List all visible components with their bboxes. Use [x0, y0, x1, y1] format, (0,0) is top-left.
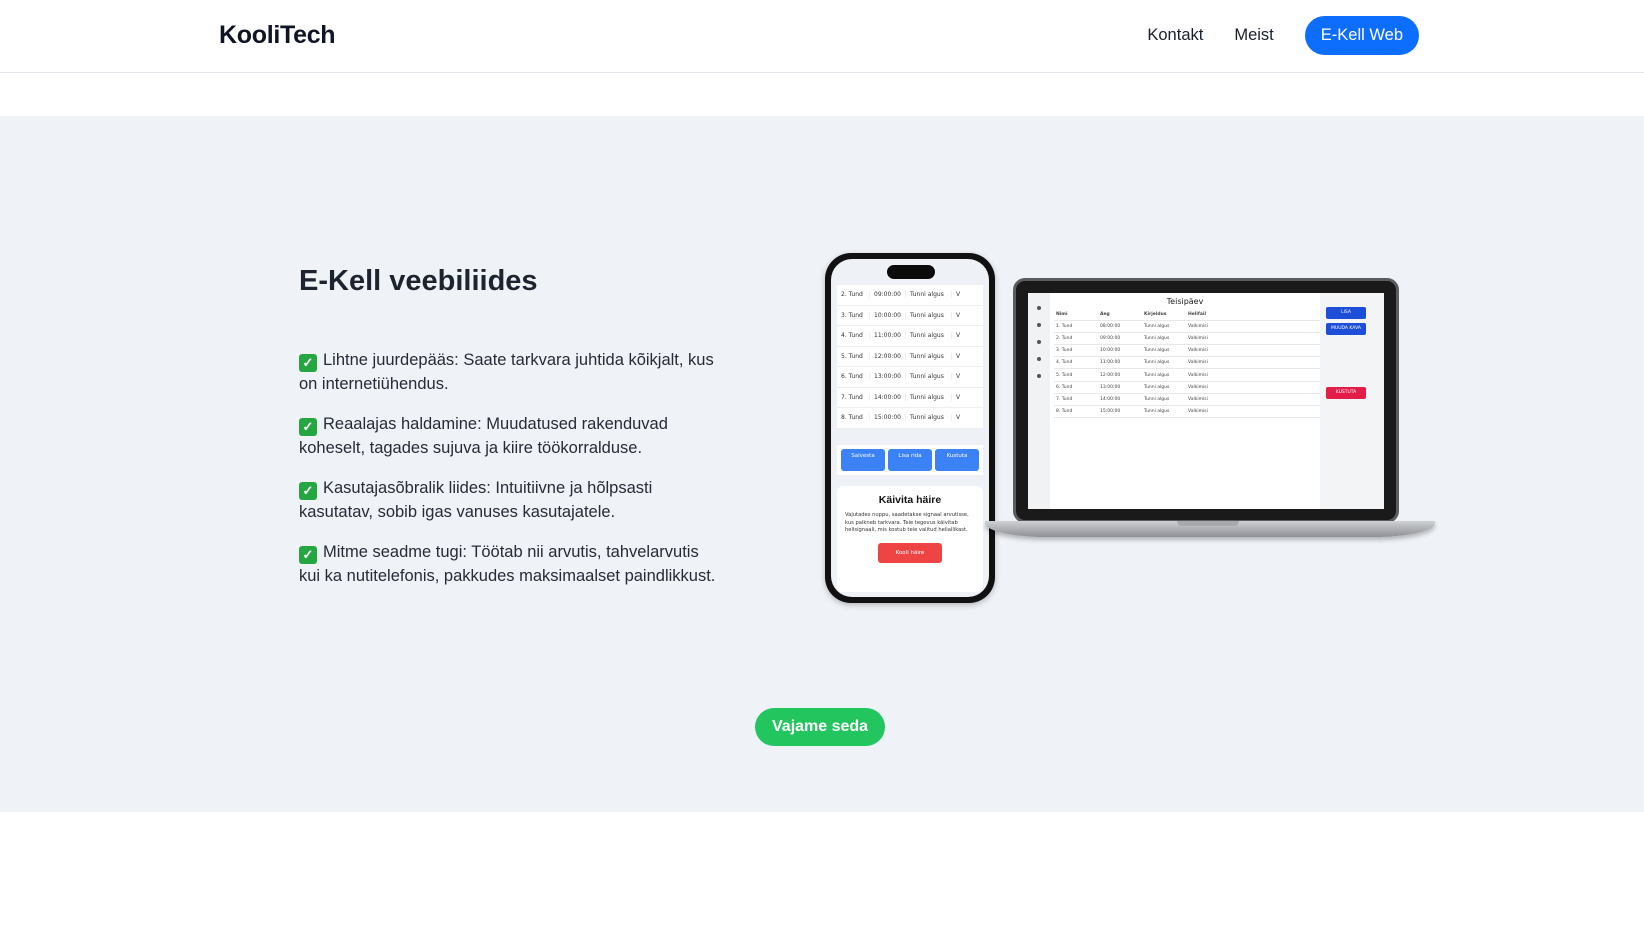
- ekell-web-button[interactable]: E-Kell Web: [1304, 15, 1419, 55]
- checkmark-icon: ✓: [299, 418, 317, 436]
- table-row: 5. Tund 12:00:00 Tunni algus Valkimisi: [1054, 369, 1320, 382]
- feature-list: ✓ Lihtne juurdepääs: Saate tarkvara juhti…: [299, 348, 719, 604]
- feature-item: ✓ Mitme seadme tugi: Töötab nii arvutis, …: [299, 540, 719, 588]
- feature-item: ✓ Kasutajasõbralik liides: Intuitiivne ja…: [299, 476, 719, 524]
- laptop-schedule-table: Nimi Aeg Kirjeldus Helifail 1. Tund 08:00:00…: [1054, 309, 1320, 418]
- laptop-day-heading: Teisipäev: [1166, 297, 1204, 306]
- feature-text: Reaalajas haldamine: Muudatused rakenduv…: [299, 415, 668, 457]
- feature-item: ✓ Lihtne juurdepääs: Saate tarkvara juhti…: [299, 348, 719, 396]
- table-row: 4. Tund 11:00:00 Tunni algus Valkimisi: [1054, 357, 1320, 370]
- laptop-screen: Teisipäev Nimi Aeg Kirjeldus Helifail 1. Tu…: [1028, 293, 1384, 509]
- table-row: 2. Tund 09:00:00 Tunni algus Valkimisi: [1054, 333, 1320, 346]
- laptop-base-notch: [1177, 521, 1239, 526]
- table-row: 8. Tund 15:00:00 Tunni algus Valkimisi: [1054, 406, 1320, 418]
- table-row: 8. Tund 15:00:00 Tunni algus V: [837, 408, 983, 429]
- checkmark-icon: ✓: [299, 482, 317, 500]
- feature-text: Kasutajasõbralik liides: Intuitiivne ja …: [299, 479, 653, 521]
- table-row: 6. Tund 13:00:00 Tunni algus Valkimisi: [1054, 382, 1320, 394]
- add-button: LISA: [1326, 307, 1366, 319]
- table-row: 3. Tund 10:00:00 Tunni algus V: [837, 306, 983, 326]
- section-title: E-Kell veebiliides: [299, 265, 538, 297]
- feature-text: Mitme seadme tugi: Töötab nii arvutis, t…: [299, 543, 716, 585]
- laptop-action-panel: LISA MUUDA KAVA KUSTUTA: [1320, 293, 1384, 509]
- table-header: Nimi Aeg Kirjeldus Helifail: [1054, 309, 1320, 322]
- nav-link-kontakt[interactable]: Kontakt: [1147, 26, 1203, 45]
- table-row: 1. Tund 08:00:00 Tunni algus Valkimisi: [1054, 321, 1320, 334]
- laptop-base: [985, 521, 1435, 537]
- nav-link-meist[interactable]: Meist: [1234, 26, 1273, 45]
- edit-schedule-button: MUUDA KAVA: [1326, 323, 1366, 335]
- phone-notch: [887, 265, 935, 279]
- logo[interactable]: KooliTech: [219, 21, 336, 50]
- alarm-card-text: Vajutades nuppu, saadetakse signaal arvu…: [845, 512, 969, 533]
- table-row: 4. Tund 11:00:00 Tunni algus V: [837, 326, 983, 347]
- table-row: 2. Tund 09:00:00 Tunni algus V: [837, 285, 983, 306]
- school-alarm-button: Kooli häire: [878, 542, 942, 563]
- alarm-card: Käivita häire Vajutades nuppu, saadetaks…: [837, 486, 983, 592]
- save-button: Salvesta: [841, 449, 885, 471]
- delete-button: Kustuta: [935, 449, 979, 471]
- laptop-sidebar: [1028, 293, 1050, 509]
- table-row: 7. Tund 14:00:00 Tunni algus V: [837, 388, 983, 408]
- laptop-mockup: Teisipäev Nimi Aeg Kirjeldus Helifail 1. Tu…: [1013, 278, 1399, 523]
- table-row: 6. Tund 13:00:00 Tunni algus V: [837, 367, 983, 388]
- main-nav: Kontakt Meist E-Kell Web: [1147, 15, 1419, 55]
- table-row: 7. Tund 14:00:00 Tunni algus Valkimisi: [1054, 394, 1320, 406]
- phone-schedule-table: 2. Tund 09:00:00 Tunni algus V 3. Tund 10:00…: [837, 285, 983, 429]
- phone-mockup: 2. Tund 09:00:00 Tunni algus V 3. Tund 10:00…: [825, 253, 995, 603]
- add-row-button: Lisa rida: [888, 449, 932, 471]
- delete-button: KUSTUTA: [1326, 387, 1366, 399]
- phone-action-buttons: Salvesta Lisa rida Kustuta: [837, 445, 983, 475]
- checkmark-icon: ✓: [299, 354, 317, 372]
- feature-text: Lihtne juurdepääs: Saate tarkvara juhtid…: [299, 351, 714, 393]
- need-this-button[interactable]: Vajame seda: [755, 708, 886, 746]
- feature-section: E-Kell veebiliides ✓ Lihtne juurdepääs: S…: [0, 116, 1644, 812]
- phone-screen: 2. Tund 09:00:00 Tunni algus V 3. Tund 10:00…: [831, 259, 989, 597]
- table-row: 5. Tund 12:00:00 Tunni algus V: [837, 347, 983, 367]
- checkmark-icon: ✓: [299, 546, 317, 564]
- table-row: 3. Tund 10:00:00 Tunni algus Valkimisi: [1054, 345, 1320, 358]
- site-header: KooliTech Kontakt Meist E-Kell Web: [0, 0, 1644, 73]
- alarm-card-title: Käivita häire: [878, 494, 942, 506]
- feature-item: ✓ Reaalajas haldamine: Muudatused rakendu…: [299, 412, 719, 460]
